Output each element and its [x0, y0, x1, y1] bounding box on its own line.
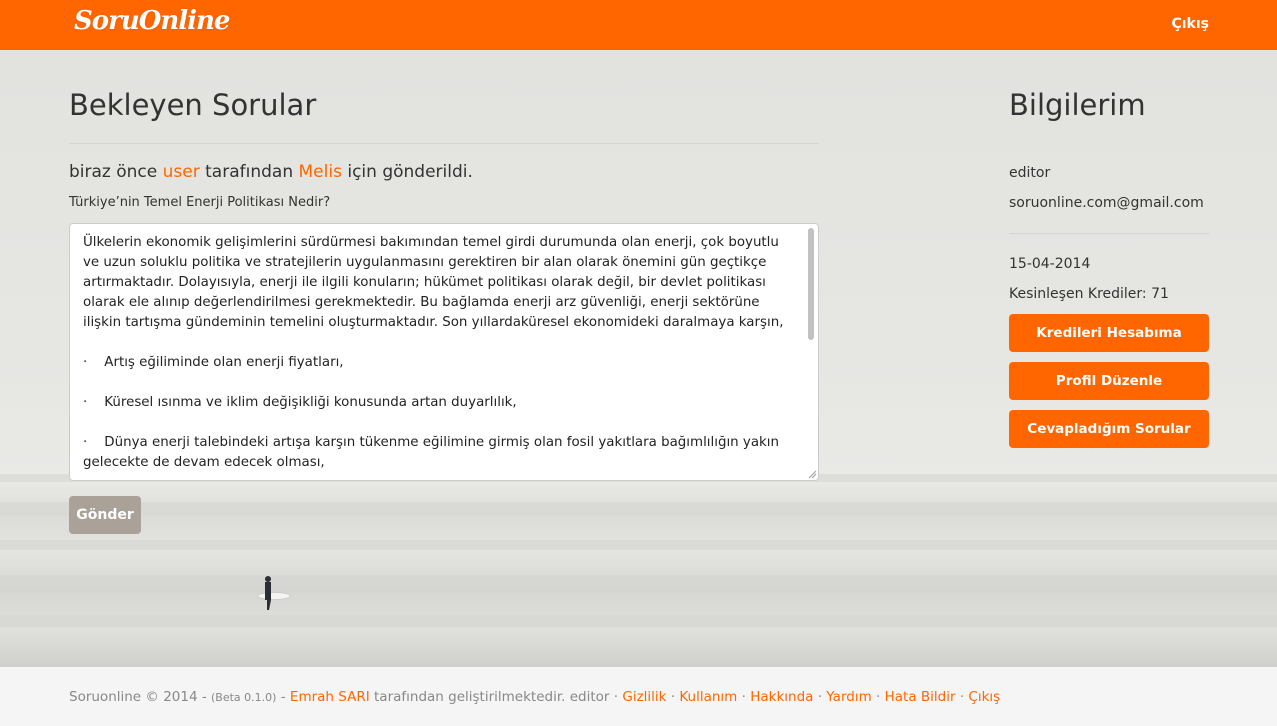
send-button[interactable]: Gönder: [69, 496, 141, 534]
logout-link[interactable]: Çıkış: [1171, 16, 1209, 32]
answer-text[interactable]: Ülkelerin ekonomik gelişimlerini sürdürm…: [83, 233, 793, 473]
submission-suffix-text: için gönderildi.: [347, 162, 473, 182]
footer-link-help[interactable]: Yardım: [826, 689, 871, 705]
page-title: Bekleyen Sorular: [69, 88, 317, 122]
footer-link-logout[interactable]: Çıkış: [968, 689, 1000, 705]
sidebar-divider: [1009, 233, 1209, 234]
answered-questions-button[interactable]: Cevapladığım Sorular: [1009, 410, 1209, 448]
footer-author-link[interactable]: Emrah SARI: [290, 689, 370, 705]
footer-dash: -: [280, 689, 286, 705]
footer-beta-version: (Beta 0.1.0): [211, 691, 277, 704]
brand-logo[interactable]: SoruOnline: [74, 6, 230, 36]
submission-time: biraz önce: [69, 162, 158, 182]
question-title: Türkiye’nin Temel Enerji Politikası Nedi…: [69, 195, 331, 210]
wave-stripe: [0, 502, 1277, 516]
wave-stripe: [0, 575, 1277, 593]
send-credits-button[interactable]: Kredileri Hesabıma Gönder: [1009, 314, 1209, 379]
recipient-user-link[interactable]: Melis: [299, 162, 342, 182]
submission-by-text: tarafından: [205, 162, 294, 182]
footer-link-terms[interactable]: Kullanım: [679, 689, 737, 705]
footer-developed-text: tarafından geliştirilmektedir.: [374, 689, 566, 705]
footer-link-report-bug[interactable]: Hata Bildir: [885, 689, 956, 705]
submitter-user-link[interactable]: user: [163, 162, 200, 182]
resize-handle-icon[interactable]: [807, 469, 817, 479]
sidebar-date: 15-04-2014: [1009, 256, 1091, 272]
scrollbar-thumb[interactable]: [808, 228, 814, 340]
edit-profile-button[interactable]: Profil Düzenle: [1009, 362, 1209, 400]
footer-link-privacy[interactable]: Gizlilik: [622, 689, 666, 705]
footer-username: editor: [569, 689, 610, 705]
wave-stripe: [0, 615, 1277, 627]
sidebar-title: Bilgilerim: [1009, 88, 1146, 122]
footer-link-about[interactable]: Hakkında: [750, 689, 813, 705]
textarea-scrollbar[interactable]: [806, 226, 816, 478]
sidebar-credits: Kesinleşen Krediler: 71: [1009, 286, 1169, 302]
top-navbar: SoruOnline Çıkış: [0, 0, 1277, 50]
footer: Soruonline © 2014 - (Beta 0.1.0) - Emrah…: [0, 667, 1277, 726]
footer-copyright: Soruonline © 2014 -: [69, 689, 207, 705]
footer-line: Soruonline © 2014 - (Beta 0.1.0) - Emrah…: [69, 689, 1001, 705]
sidebar-email: soruonline.com@gmail.com: [1009, 195, 1204, 211]
answer-textarea[interactable]: Ülkelerin ekonomik gelişimlerini sürdürm…: [69, 223, 819, 481]
surfer-figure: [257, 576, 291, 610]
title-divider: [69, 143, 819, 144]
submission-info: biraz önce user tarafından Melis için gö…: [69, 162, 473, 182]
sidebar-username: editor: [1009, 165, 1051, 181]
wave-stripe: [0, 540, 1277, 550]
